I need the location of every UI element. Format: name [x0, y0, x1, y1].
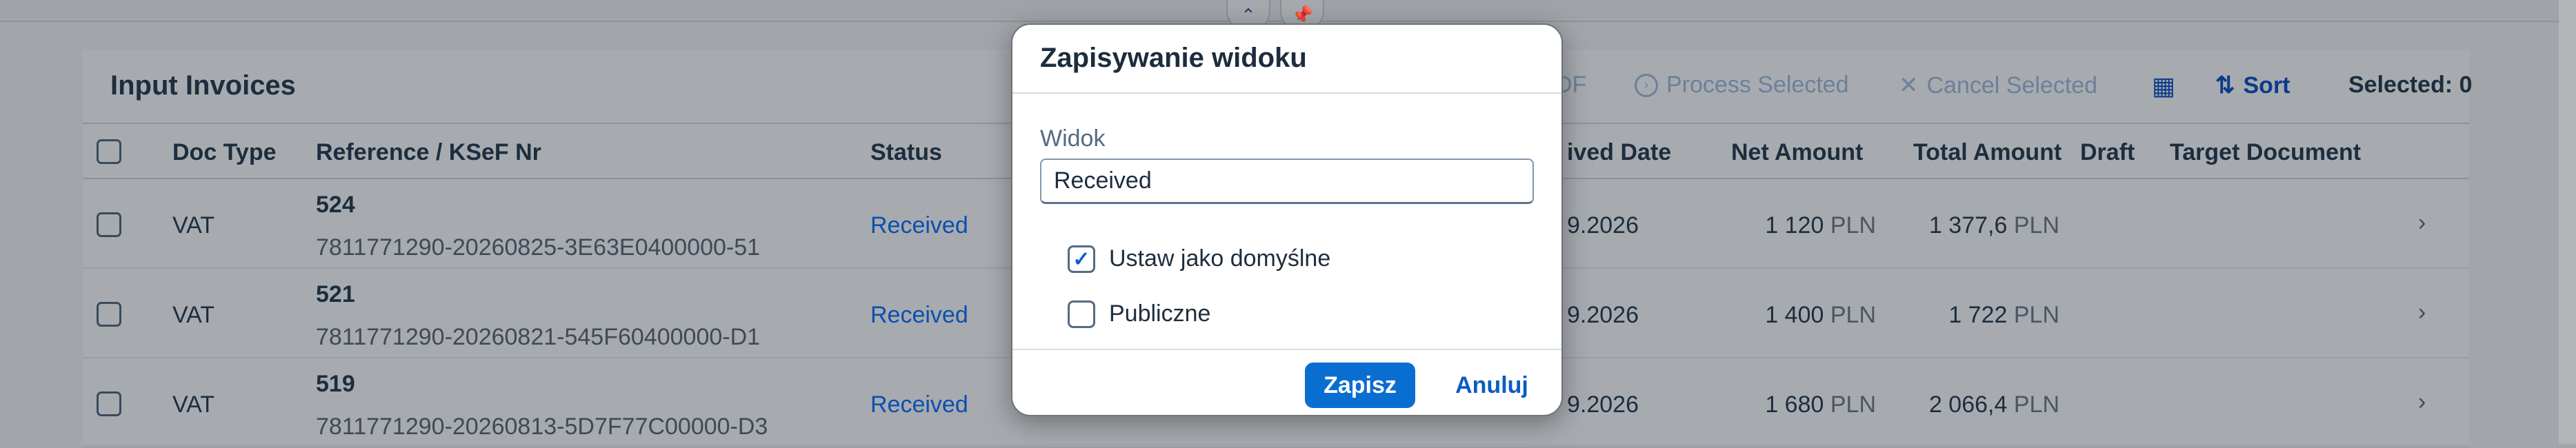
cancel-selected-button[interactable]: ✕ Cancel Selected [1899, 72, 2097, 99]
doc-type-cell: VAT [172, 212, 215, 238]
view-name-label: Widok [1040, 125, 1106, 152]
received-date-cell: 9.2026 [1567, 391, 1639, 418]
net-amount-cell: 1 680 PLN [1765, 391, 1876, 418]
total-amount-cell: 1 377,6 PLN [1928, 212, 2059, 238]
save-button[interactable]: Zapisz [1305, 363, 1415, 408]
doc-type-cell: VAT [172, 391, 215, 418]
invoice-number: 521 [316, 281, 355, 307]
column-status[interactable]: Status [870, 139, 942, 166]
checkmark-icon: ✓ [1072, 247, 1090, 271]
dialog-title: Zapisywanie widoku [1040, 43, 1307, 73]
column-draft[interactable]: Draft [2080, 139, 2135, 166]
row-checkbox[interactable] [97, 391, 121, 416]
chevron-right-icon[interactable]: › [2418, 389, 2426, 416]
play-circle-icon: › [1635, 73, 1658, 97]
status-link[interactable]: Received [870, 212, 968, 239]
ksef-number: 7811771290-20260825-3E63E0400000-51 [316, 234, 761, 261]
dialog-divider [1012, 92, 1561, 94]
status-link[interactable]: Received [870, 302, 968, 329]
set-default-label: Ustaw jako domyślne [1109, 245, 1331, 272]
save-view-dialog: Zapisywanie widoku Widok Received ✓ Usta… [1011, 23, 1563, 416]
column-reference[interactable]: Reference / KSeF Nr [316, 139, 541, 166]
total-amount-cell: 1 722 PLN [1948, 302, 2059, 328]
sort-icon: ⇅ [2215, 72, 2235, 99]
process-selected-button[interactable]: › Process Selected [1635, 72, 1849, 99]
public-checkbox[interactable] [1068, 301, 1095, 328]
public-label: Publiczne [1109, 301, 1211, 327]
ksef-number: 7811771290-20260821-545F60400000-D1 [316, 324, 761, 350]
selected-count: Selected: 0 [2348, 72, 2473, 98]
select-all-checkbox[interactable] [97, 139, 121, 164]
invoice-number: 519 [316, 371, 355, 397]
chevron-up-icon: ⌃ [1241, 4, 1256, 26]
chevron-right-icon[interactable]: › [2418, 299, 2426, 326]
set-default-checkbox[interactable]: ✓ [1068, 245, 1095, 273]
status-link[interactable]: Received [870, 391, 968, 418]
pin-icon: 📌 [1290, 4, 1314, 26]
page-scrollbar[interactable] [2559, 0, 2576, 444]
received-date-cell: 9.2026 [1567, 302, 1639, 328]
dialog-footer-divider [1012, 349, 1561, 350]
column-target-document[interactable]: Target Document [2170, 139, 2361, 166]
table-settings-button[interactable]: ▦ [2152, 72, 2175, 101]
view-name-input[interactable]: Received [1040, 159, 1534, 204]
received-date-cell: 9.2026 [1567, 212, 1639, 238]
net-amount-cell: 1 400 PLN [1765, 302, 1876, 328]
close-icon: ✕ [1899, 72, 1919, 99]
net-amount-cell: 1 120 PLN [1765, 212, 1876, 238]
column-total-amount[interactable]: Total Amount [1913, 139, 2061, 166]
table-title: Input Invoices [110, 70, 296, 101]
cancel-button[interactable]: Anuluj [1440, 363, 1544, 408]
row-checkbox[interactable] [97, 302, 121, 327]
column-net-amount[interactable]: Net Amount [1731, 139, 1863, 166]
column-doc-type[interactable]: Doc Type [172, 139, 277, 166]
doc-type-cell: VAT [172, 302, 215, 328]
ksef-number: 7811771290-20260813-5D7F77C00000-D3 [316, 414, 768, 440]
row-checkbox[interactable] [97, 212, 121, 237]
invoice-number: 524 [316, 192, 355, 218]
sort-button[interactable]: ⇅ Sort [2215, 72, 2290, 99]
chevron-right-icon[interactable]: › [2418, 210, 2426, 236]
total-amount-cell: 2 066,4 PLN [1928, 391, 2059, 418]
table-settings-icon: ▦ [2152, 72, 2176, 100]
column-received-date[interactable]: ived Date [1567, 139, 1671, 166]
